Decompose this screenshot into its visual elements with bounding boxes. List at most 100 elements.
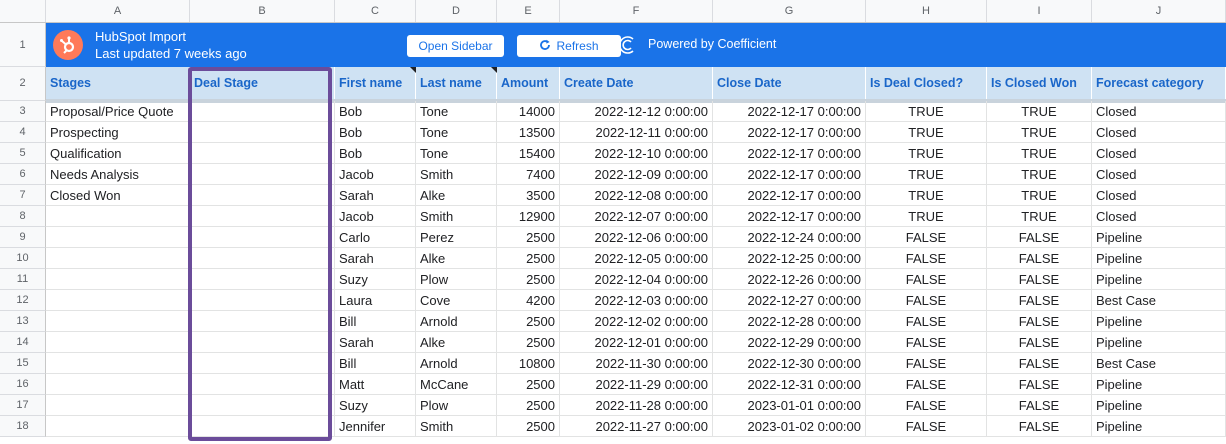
stage-cell[interactable] <box>46 416 190 436</box>
create-date-cell[interactable]: 2022-12-10 0:00:00 <box>560 143 713 163</box>
row-header[interactable]: 7 <box>0 185 46 206</box>
stage-cell[interactable]: Prospecting <box>46 122 190 142</box>
is-deal-closed-cell[interactable]: FALSE <box>866 248 987 268</box>
is-deal-closed-cell[interactable]: FALSE <box>866 269 987 289</box>
is-deal-closed-cell[interactable]: TRUE <box>866 206 987 226</box>
is-closed-won-cell[interactable]: TRUE <box>987 143 1092 163</box>
create-date-cell[interactable]: 2022-11-27 0:00:00 <box>560 416 713 436</box>
close-date-cell[interactable]: 2023-01-02 0:00:00 <box>713 416 866 436</box>
deal-stage-cell[interactable] <box>190 290 335 310</box>
forecast-category-cell[interactable]: Pipeline <box>1092 416 1226 436</box>
is-deal-closed-cell[interactable]: FALSE <box>866 374 987 394</box>
amount-cell[interactable]: 15400 <box>497 143 560 163</box>
is-closed-won-cell[interactable]: TRUE <box>987 185 1092 205</box>
last-name-cell[interactable]: Arnold <box>416 353 497 373</box>
amount-cell[interactable]: 13500 <box>497 122 560 142</box>
column-header-f[interactable]: F <box>560 0 713 22</box>
refresh-button[interactable]: Refresh <box>517 35 621 57</box>
create-date-cell[interactable]: 2022-12-08 0:00:00 <box>560 185 713 205</box>
row-header[interactable]: 5 <box>0 143 46 164</box>
row-header[interactable]: 11 <box>0 269 46 290</box>
is-closed-won-cell[interactable]: TRUE <box>987 206 1092 226</box>
first-name-cell[interactable]: Sarah <box>335 332 416 352</box>
is-closed-won-cell[interactable]: FALSE <box>987 374 1092 394</box>
is-closed-won-cell[interactable]: TRUE <box>987 164 1092 184</box>
forecast-category-cell[interactable]: Pipeline <box>1092 269 1226 289</box>
stage-cell[interactable]: Qualification <box>46 143 190 163</box>
is-closed-won-cell[interactable]: TRUE <box>987 122 1092 142</box>
forecast-category-cell[interactable]: Pipeline <box>1092 227 1226 247</box>
amount-cell[interactable]: 2500 <box>497 374 560 394</box>
stage-cell[interactable] <box>46 395 190 415</box>
last-name-cell[interactable]: Smith <box>416 206 497 226</box>
last-name-cell[interactable]: Tone <box>416 101 497 121</box>
deal-stage-cell[interactable] <box>190 311 335 331</box>
row-header[interactable]: 12 <box>0 290 46 311</box>
row-header[interactable]: 9 <box>0 227 46 248</box>
column-header-d[interactable]: D <box>416 0 497 22</box>
last-name-cell[interactable]: Alke <box>416 185 497 205</box>
deal-stage-cell[interactable] <box>190 185 335 205</box>
column-header-b[interactable]: B <box>190 0 335 22</box>
is-deal-closed-cell[interactable]: FALSE <box>866 395 987 415</box>
create-date-cell[interactable]: 2022-12-03 0:00:00 <box>560 290 713 310</box>
is-deal-closed-cell[interactable]: FALSE <box>866 332 987 352</box>
last-name-cell[interactable]: Smith <box>416 416 497 436</box>
first-name-cell[interactable]: Laura <box>335 290 416 310</box>
header-cell-forecast-category[interactable]: Forecast category <box>1092 67 1226 99</box>
row-header[interactable]: 4 <box>0 122 46 143</box>
column-header-j[interactable]: J <box>1092 0 1226 22</box>
deal-stage-cell[interactable] <box>190 122 335 142</box>
row-header[interactable]: 17 <box>0 395 46 416</box>
deal-stage-cell[interactable] <box>190 416 335 436</box>
create-date-cell[interactable]: 2022-12-02 0:00:00 <box>560 311 713 331</box>
is-deal-closed-cell[interactable]: TRUE <box>866 143 987 163</box>
stage-cell[interactable] <box>46 269 190 289</box>
first-name-cell[interactable]: Suzy <box>335 395 416 415</box>
forecast-category-cell[interactable]: Pipeline <box>1092 311 1226 331</box>
header-cell-deal-stage[interactable]: Deal Stage <box>190 67 335 99</box>
header-cell-amount[interactable]: Amount <box>497 67 560 99</box>
deal-stage-cell[interactable] <box>190 206 335 226</box>
is-closed-won-cell[interactable]: FALSE <box>987 395 1092 415</box>
header-cell-is-deal-closed[interactable]: Is Deal Closed? <box>866 67 987 99</box>
header-cell-last-name[interactable]: Last name <box>416 67 497 99</box>
close-date-cell[interactable]: 2022-12-28 0:00:00 <box>713 311 866 331</box>
is-closed-won-cell[interactable]: FALSE <box>987 416 1092 436</box>
is-closed-won-cell[interactable]: TRUE <box>987 101 1092 121</box>
close-date-cell[interactable]: 2022-12-29 0:00:00 <box>713 332 866 352</box>
create-date-cell[interactable]: 2022-12-07 0:00:00 <box>560 206 713 226</box>
last-name-cell[interactable]: Alke <box>416 332 497 352</box>
deal-stage-cell[interactable] <box>190 269 335 289</box>
row-header-2[interactable]: 2 <box>0 67 46 101</box>
close-date-cell[interactable]: 2022-12-17 0:00:00 <box>713 206 866 226</box>
forecast-category-cell[interactable]: Best Case <box>1092 290 1226 310</box>
amount-cell[interactable]: 2500 <box>497 416 560 436</box>
deal-stage-cell[interactable] <box>190 395 335 415</box>
last-name-cell[interactable]: Tone <box>416 143 497 163</box>
forecast-category-cell[interactable]: Closed <box>1092 122 1226 142</box>
close-date-cell[interactable]: 2022-12-25 0:00:00 <box>713 248 866 268</box>
row-header[interactable]: 15 <box>0 353 46 374</box>
stage-cell[interactable]: Closed Won <box>46 185 190 205</box>
amount-cell[interactable]: 10800 <box>497 353 560 373</box>
create-date-cell[interactable]: 2022-11-30 0:00:00 <box>560 353 713 373</box>
amount-cell[interactable]: 2500 <box>497 311 560 331</box>
stage-cell[interactable] <box>46 206 190 226</box>
is-deal-closed-cell[interactable]: TRUE <box>866 164 987 184</box>
last-name-cell[interactable]: Perez <box>416 227 497 247</box>
column-header-g[interactable]: G <box>713 0 866 22</box>
amount-cell[interactable]: 2500 <box>497 269 560 289</box>
first-name-cell[interactable]: Suzy <box>335 269 416 289</box>
stage-cell[interactable] <box>46 227 190 247</box>
close-date-cell[interactable]: 2022-12-17 0:00:00 <box>713 143 866 163</box>
create-date-cell[interactable]: 2022-12-11 0:00:00 <box>560 122 713 142</box>
forecast-category-cell[interactable]: Pipeline <box>1092 332 1226 352</box>
amount-cell[interactable]: 7400 <box>497 164 560 184</box>
last-name-cell[interactable]: Cove <box>416 290 497 310</box>
is-closed-won-cell[interactable]: FALSE <box>987 269 1092 289</box>
stage-cell[interactable]: Proposal/Price Quote <box>46 101 190 121</box>
row-header[interactable]: 6 <box>0 164 46 185</box>
row-header[interactable]: 13 <box>0 311 46 332</box>
last-name-cell[interactable]: Plow <box>416 395 497 415</box>
